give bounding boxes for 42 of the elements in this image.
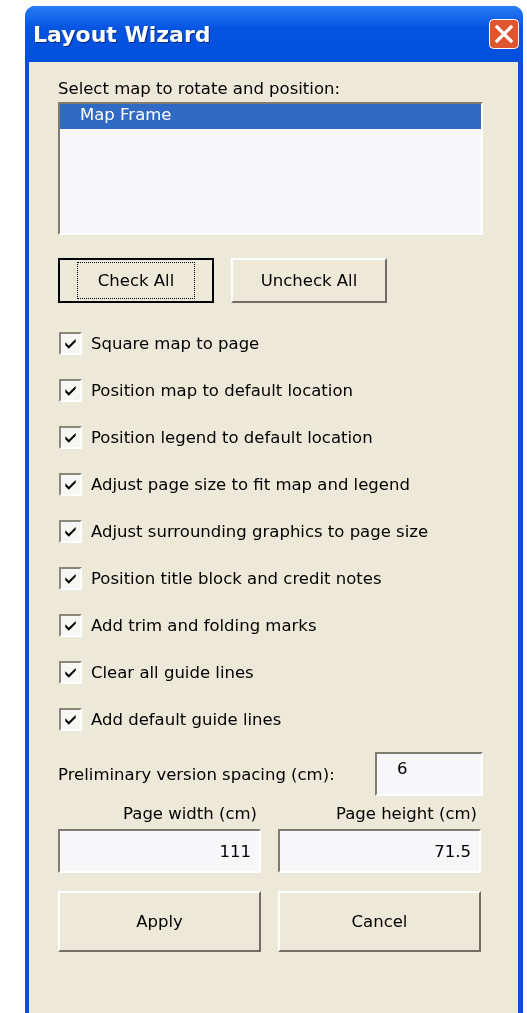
checkbox-label[interactable]: Add trim and folding marks [91, 616, 317, 635]
checkbox[interactable] [59, 426, 82, 449]
checkmark-icon [63, 430, 78, 445]
list-label: Select map to rotate and position: [58, 79, 342, 98]
map-list[interactable]: Map Frame [58, 102, 483, 235]
close-button[interactable] [489, 19, 519, 49]
checkmark-icon [63, 336, 78, 351]
checkbox-label[interactable]: Position legend to default location [91, 428, 373, 447]
checkbox[interactable] [59, 520, 82, 543]
checkbox[interactable] [59, 708, 82, 731]
checkbox[interactable] [59, 332, 82, 355]
list-item[interactable]: Map Frame [60, 104, 481, 129]
check-button[interactable]: Check All [58, 258, 214, 303]
checkbox[interactable] [59, 661, 82, 684]
checkbox-label[interactable]: Adjust page size to fit map and legend [91, 475, 410, 494]
field-label: Preliminary version spacing (cm): [58, 764, 335, 784]
checkbox-label[interactable]: Square map to page [91, 334, 260, 353]
number-field[interactable]: 71.5 [278, 829, 481, 873]
checkbox[interactable] [59, 614, 82, 637]
checkbox-label[interactable]: Clear all guide lines [91, 663, 254, 682]
checkbox[interactable] [59, 473, 82, 496]
window-title: Layout Wizard [33, 21, 211, 47]
checkbox-label[interactable]: Position map to default location [91, 381, 353, 400]
dialog-button[interactable]: Apply [58, 891, 261, 952]
dialog-button[interactable]: Cancel [278, 891, 481, 952]
checkmark-icon [63, 477, 78, 492]
spacing-field[interactable]: 6 [375, 752, 483, 796]
field-label: Page width (cm) [122, 804, 258, 823]
checkbox-label[interactable]: Position title block and credit notes [91, 569, 382, 588]
check-button[interactable]: Uncheck All [231, 258, 387, 303]
checkmark-icon [63, 571, 78, 586]
checkmark-icon [63, 524, 78, 539]
checkmark-icon [63, 383, 78, 398]
checkbox-label[interactable]: Add default guide lines [91, 710, 282, 729]
checkmark-icon [63, 618, 78, 633]
checkmark-icon [63, 665, 78, 680]
number-field[interactable]: 111 [58, 829, 261, 873]
checkmark-icon [63, 712, 78, 727]
checkbox[interactable] [59, 379, 82, 402]
checkbox[interactable] [59, 567, 82, 590]
checkbox-label[interactable]: Adjust surrounding graphics to page size [91, 522, 429, 541]
field-label: Page height (cm) [334, 804, 478, 823]
